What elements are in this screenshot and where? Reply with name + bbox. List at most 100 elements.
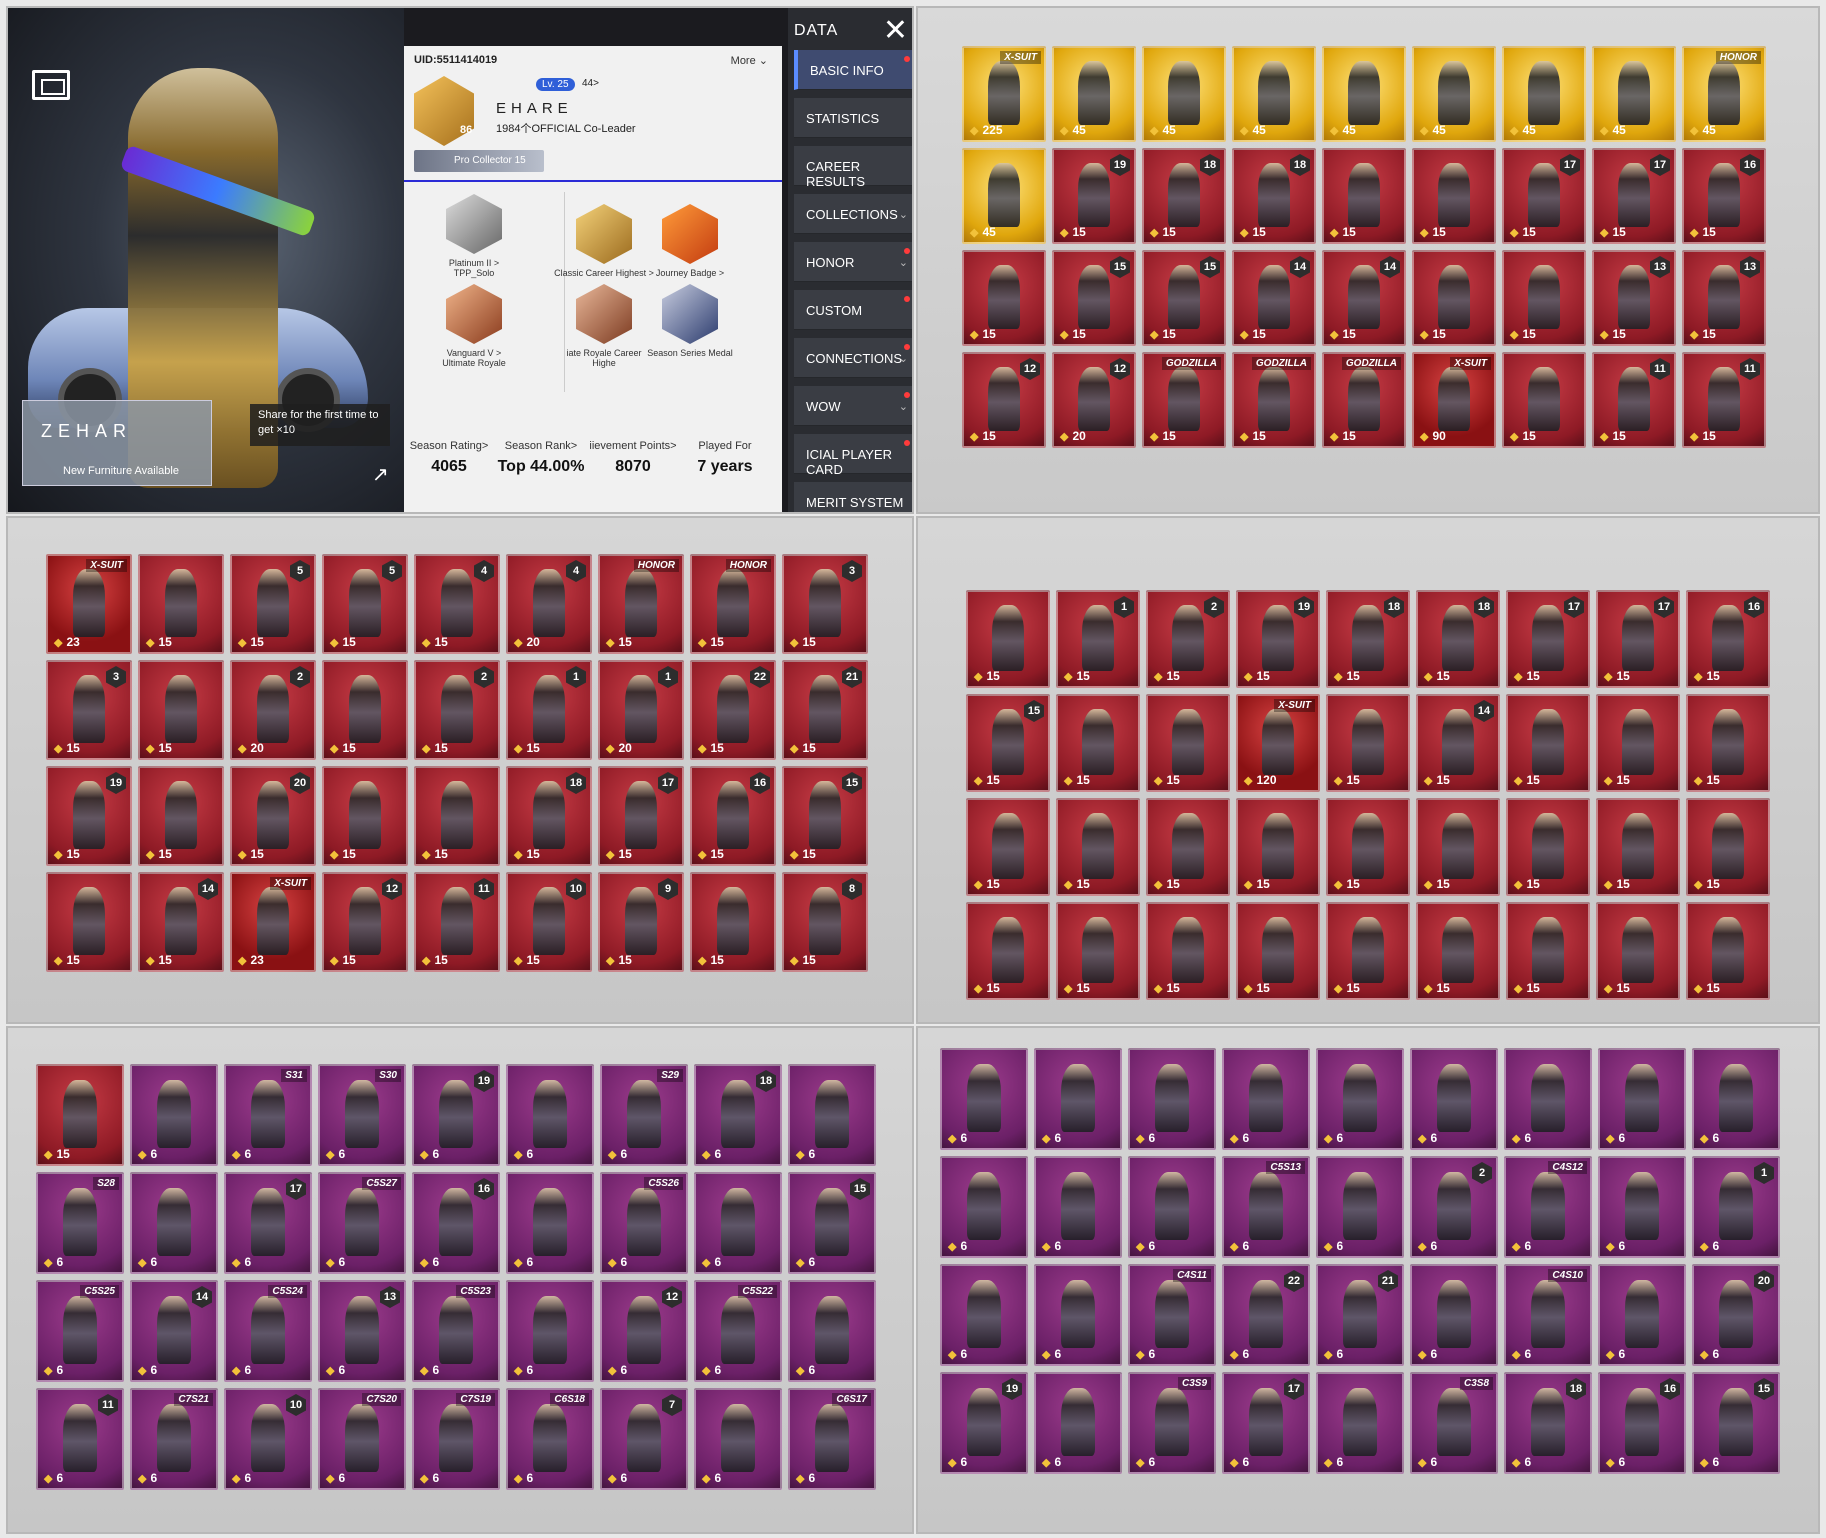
likes-count[interactable]: 44> [582, 78, 599, 89]
external-link-icon[interactable]: ↗ [372, 462, 389, 487]
outfit-tile[interactable]: 6 [1598, 1048, 1686, 1150]
stat-season-rating[interactable]: Season Rating> 4065 [404, 440, 494, 476]
close-icon[interactable]: ✕ [883, 16, 908, 46]
menu-item-career-results[interactable]: CAREER RESULTS [794, 146, 912, 189]
outfit-tile[interactable]: GODZILLA 15 [1232, 352, 1316, 448]
outfit-tile[interactable]: 6 [1128, 1048, 1216, 1150]
outfit-tile[interactable]: 15 [1686, 902, 1770, 1000]
outfit-tile[interactable]: 6 [1692, 1048, 1780, 1150]
outfit-tile[interactable]: 15 [1596, 694, 1680, 792]
outfit-tile[interactable]: 15 [1056, 798, 1140, 896]
outfit-tile[interactable]: 15 [138, 554, 224, 654]
outfit-tile[interactable]: GODZILLA 15 [1322, 352, 1406, 448]
outfit-tile[interactable]: 76 [600, 1388, 688, 1490]
outfit-tile[interactable]: C5S13 6 [1222, 1156, 1310, 1258]
outfit-tile[interactable]: X-SUIT 23 [46, 554, 132, 654]
outfit-tile[interactable]: C5S23 6 [412, 1280, 500, 1382]
more-button[interactable]: More ⌄ [731, 54, 768, 67]
outfit-tile[interactable]: 6 [788, 1280, 876, 1382]
outfit-tile[interactable]: 18 6 [1504, 1372, 1592, 1474]
medal-vanguard[interactable]: Vanguard V > Ultimate Royale [424, 284, 524, 368]
outfit-tile[interactable]: 6 [1410, 1048, 1498, 1150]
home-card[interactable]: ZEHAR New Furniture Available [22, 400, 212, 486]
outfit-tile[interactable]: 1815 [1232, 148, 1316, 244]
outfit-tile[interactable]: 17 6 [224, 1172, 312, 1274]
outfit-tile[interactable]: 1815 [1326, 590, 1410, 688]
outfit-tile[interactable]: 15 [322, 766, 408, 866]
outfit-tile[interactable]: 15 [322, 660, 408, 760]
outfit-tile[interactable]: S29 6 [600, 1064, 688, 1166]
outfit-tile[interactable]: 13 15 [1592, 250, 1676, 346]
outfit-tile[interactable]: 13 6 [318, 1280, 406, 1382]
outfit-tile[interactable]: 1615 [690, 766, 776, 866]
outfit-tile[interactable]: 15 [1596, 798, 1680, 896]
outfit-tile[interactable]: 15 6 [788, 1172, 876, 1274]
outfit-tile[interactable]: 15 [1686, 694, 1770, 792]
outfit-tile[interactable]: 15 [1506, 798, 1590, 896]
outfit-tile[interactable]: 1515 [966, 694, 1050, 792]
menu-item-statistics[interactable]: STATISTICS [794, 98, 912, 138]
outfit-tile[interactable]: 1 15 [1056, 590, 1140, 688]
outfit-tile[interactable]: C5S27 6 [318, 1172, 406, 1274]
outfit-tile[interactable]: 6 [694, 1172, 782, 1274]
outfit-tile[interactable]: 14 15 [1232, 250, 1316, 346]
outfit-tile[interactable]: 6 [1034, 1264, 1122, 1366]
outfit-tile[interactable]: 15 [1416, 902, 1500, 1000]
menu-item-basic-info[interactable]: BASIC INFO [794, 50, 912, 90]
outfit-tile[interactable]: 15 [1502, 250, 1586, 346]
outfit-tile[interactable]: 12 6 [600, 1280, 688, 1382]
outfit-tile[interactable]: 45 [1142, 46, 1226, 142]
outfit-tile[interactable]: 21 15 [782, 660, 868, 760]
outfit-tile[interactable]: 15 [966, 798, 1050, 896]
outfit-tile[interactable]: 6 [1598, 1264, 1686, 1366]
outfit-tile[interactable]: 11 6 [36, 1388, 124, 1490]
outfit-tile[interactable]: 15 [1502, 352, 1586, 448]
medal-ultimate-royale[interactable]: iate Royale Career Highe [554, 284, 654, 368]
outfit-tile[interactable]: 6 [940, 1156, 1028, 1258]
outfit-tile[interactable]: 12 15 [962, 352, 1046, 448]
outfit-tile[interactable]: S31 6 [224, 1064, 312, 1166]
outfit-tile[interactable]: 15 [1412, 148, 1496, 244]
outfit-tile[interactable]: 26 [1410, 1156, 1498, 1258]
outfit-tile[interactable]: C5S22 6 [694, 1280, 782, 1382]
outfit-tile[interactable]: 9 15 [598, 872, 684, 972]
outfit-tile[interactable]: C7S19 6 [412, 1388, 500, 1490]
outfit-tile[interactable]: 6 [940, 1264, 1028, 1366]
outfit-tile[interactable]: 1715 [598, 766, 684, 866]
outfit-tile[interactable]: C5S24 6 [224, 1280, 312, 1382]
outfit-tile[interactable]: 17 6 [1222, 1372, 1310, 1474]
outfit-tile[interactable]: 45 [962, 148, 1046, 244]
outfit-tile[interactable]: 19 6 [412, 1064, 500, 1166]
outfit-tile[interactable]: 15 [46, 872, 132, 972]
outfit-tile[interactable]: 15 [1322, 148, 1406, 244]
outfit-tile[interactable]: 1915 [1236, 590, 1320, 688]
outfit-tile[interactable]: 15 [966, 902, 1050, 1000]
outfit-tile[interactable]: 14 15 [138, 872, 224, 972]
outfit-tile[interactable]: 6 [1222, 1048, 1310, 1150]
outfit-tile[interactable]: 20 6 [1692, 1264, 1780, 1366]
outfit-tile[interactable]: 1815 [1416, 590, 1500, 688]
outfit-tile[interactable]: 2 15 [414, 660, 500, 760]
uid-label[interactable]: UID:5511414019 [414, 54, 497, 66]
outfit-tile[interactable]: 6 [1128, 1156, 1216, 1258]
outfit-tile[interactable]: 6 [1034, 1156, 1122, 1258]
outfit-tile[interactable]: 15 [1146, 902, 1230, 1000]
outfit-tile[interactable]: 15 [1506, 902, 1590, 1000]
outfit-tile[interactable]: 6 [1316, 1156, 1404, 1258]
outfit-tile[interactable]: C7S21 6 [130, 1388, 218, 1490]
outfit-tile[interactable]: 6 [1504, 1048, 1592, 1150]
outfit-tile[interactable]: 6 [130, 1064, 218, 1166]
outfit-tile[interactable]: X-SUIT 23 [230, 872, 316, 972]
outfit-tile[interactable]: 1715 [1596, 590, 1680, 688]
outfit-tile[interactable]: 4 15 [414, 554, 500, 654]
outfit-tile[interactable]: 1615 [1682, 148, 1766, 244]
outfit-tile[interactable]: 12 15 [322, 872, 408, 972]
outfit-tile[interactable]: 1915 [46, 766, 132, 866]
outfit-tile[interactable]: 4 20 [506, 554, 592, 654]
outfit-tile[interactable]: 6 [130, 1172, 218, 1274]
outfit-tile[interactable]: 15 [138, 660, 224, 760]
menu-item-custom[interactable]: CUSTOM [794, 290, 912, 330]
outfit-tile[interactable]: 45 [1322, 46, 1406, 142]
outfit-tile[interactable]: 2 20 [230, 660, 316, 760]
outfit-tile[interactable]: C4S12 6 [1504, 1156, 1592, 1258]
